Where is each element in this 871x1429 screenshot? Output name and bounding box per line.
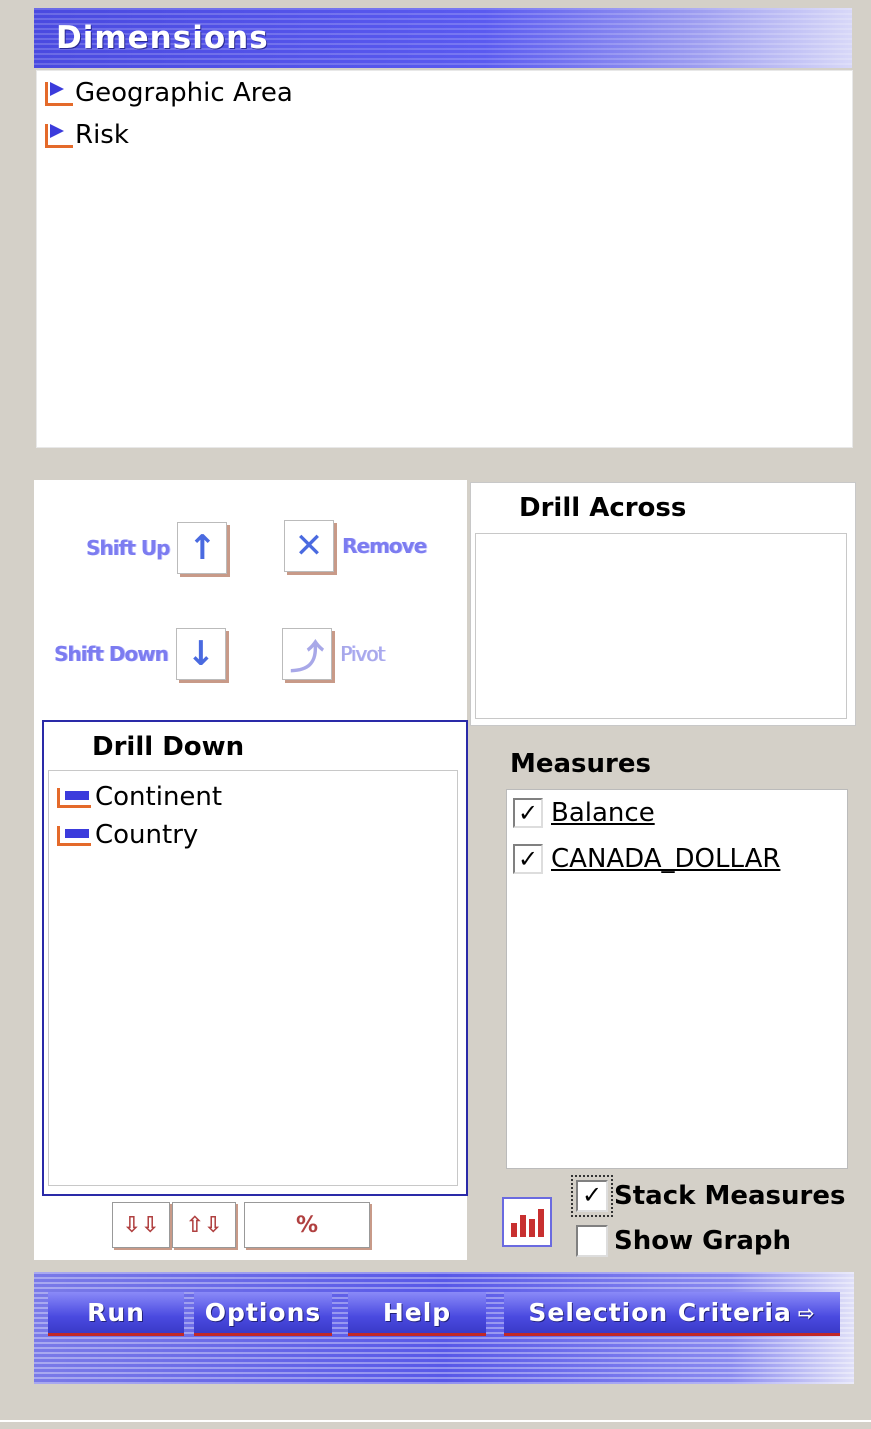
arrow-right-icon: ⇨ [797, 1300, 816, 1325]
arrow-down-icon: ↓ [175, 628, 226, 680]
drill-down-item-continent[interactable]: Continent [53, 779, 222, 815]
pivot-button[interactable]: ⤴ Pivot [282, 628, 385, 680]
show-graph-checkbox[interactable] [576, 1225, 608, 1257]
percent-icon[interactable]: % [244, 1202, 370, 1248]
drill-down-item-label: Continent [95, 782, 223, 812]
button-bar: Run Options Help Selection Criteria ⇨ [34, 1272, 854, 1384]
drill-down-item-label: Country [95, 820, 199, 850]
dimensions-title: Dimensions [56, 20, 269, 56]
measure-label[interactable]: Balance [551, 798, 655, 828]
remove-label: Remove [342, 534, 427, 558]
measure-item-balance[interactable]: ✓ Balance [513, 798, 655, 828]
drill-across-panel: Drill Across [470, 482, 856, 726]
run-button[interactable]: Run [48, 1292, 184, 1336]
level-icon [53, 820, 95, 850]
measures-title: Measures [510, 749, 651, 779]
options-button[interactable]: Options [194, 1292, 332, 1336]
dimension-item-geographic-area[interactable]: Geographic Area [41, 75, 293, 111]
shift-up-button[interactable]: Shift Up ↑ [86, 522, 228, 574]
measures-list[interactable]: ✓ Balance ✓ CANADA_DOLLAR [506, 789, 848, 1169]
show-graph-label: Show Graph [614, 1226, 791, 1256]
drill-down-panel: Drill Down Continent Country [42, 720, 468, 1196]
remove-button[interactable]: ✕ Remove [284, 520, 427, 572]
level-icon [53, 782, 95, 812]
remove-x-icon: ✕ [284, 520, 334, 572]
drill-tool-1-icon[interactable]: ⇩⇩ [112, 1202, 170, 1248]
drill-tool-2-icon[interactable]: ⇧⇩ [172, 1202, 236, 1248]
arrow-up-icon: ↑ [177, 522, 228, 574]
dimensions-header: Dimensions [34, 8, 852, 68]
show-graph-option[interactable]: Show Graph [576, 1225, 791, 1257]
measure-item-canada-dollar[interactable]: ✓ CANADA_DOLLAR [513, 844, 780, 874]
dimensions-list[interactable]: Geographic Area Risk [36, 70, 853, 448]
stack-measures-label: Stack Measures [614, 1181, 846, 1211]
shift-down-label: Shift Down [54, 642, 169, 666]
stack-measures-option[interactable]: ✓ Stack Measures [571, 1175, 846, 1217]
drill-down-title: Drill Down [92, 732, 245, 762]
measure-checkbox[interactable]: ✓ [513, 844, 543, 874]
drill-across-list[interactable] [475, 533, 847, 719]
pivot-label: Pivot [340, 642, 385, 666]
dimension-flag-icon [41, 120, 75, 150]
drill-across-title: Drill Across [519, 493, 687, 523]
drill-down-item-country[interactable]: Country [53, 817, 198, 853]
measure-label[interactable]: CANADA_DOLLAR [551, 844, 780, 874]
dimension-item-label: Geographic Area [75, 78, 293, 108]
drill-tool-icons: ⇩⇩ ⇧⇩ % [112, 1202, 370, 1248]
selection-criteria-button[interactable]: Selection Criteria ⇨ [504, 1292, 840, 1336]
bottom-divider [0, 1420, 871, 1422]
selection-criteria-label: Selection Criteria [528, 1298, 792, 1327]
dimension-item-risk[interactable]: Risk [41, 117, 129, 153]
shift-up-label: Shift Up [86, 536, 170, 560]
shift-down-button[interactable]: Shift Down ↓ [54, 628, 226, 680]
help-button[interactable]: Help [348, 1292, 486, 1336]
graph-icon[interactable] [502, 1197, 552, 1247]
dimension-flag-icon [41, 78, 75, 108]
measure-checkbox[interactable]: ✓ [513, 798, 543, 828]
dimension-item-label: Risk [75, 120, 129, 150]
stack-measures-checkbox[interactable]: ✓ [571, 1175, 613, 1217]
pivot-icon: ⤴ [282, 628, 332, 680]
drill-down-list[interactable]: Continent Country [48, 770, 458, 1186]
